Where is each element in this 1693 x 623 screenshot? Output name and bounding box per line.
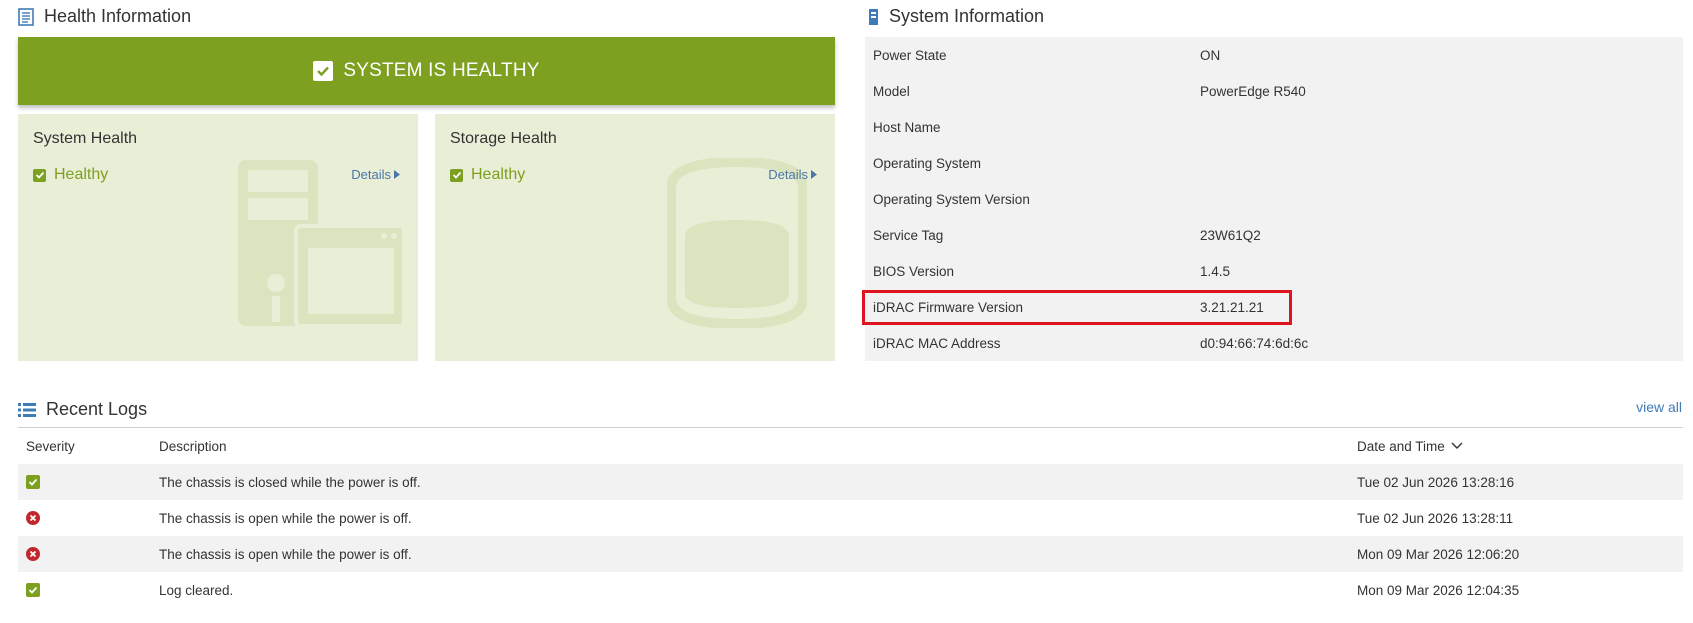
- sysinfo-value: PowerEdge R540: [1200, 83, 1306, 99]
- ok-check-icon: [26, 583, 40, 597]
- chevron-down-icon: [1451, 442, 1463, 449]
- table-row: The chassis is open while the power is o…: [18, 536, 1683, 572]
- table-row: The chassis is closed while the power is…: [18, 464, 1683, 500]
- view-all-link[interactable]: view all: [1636, 399, 1682, 415]
- description-cell: The chassis is open while the power is o…: [159, 510, 412, 526]
- system-health-status-label: Healthy: [54, 166, 109, 183]
- sysinfo-row-idrac-mac: iDRAC MAC Address d0:94:66:74:6d:6c: [865, 325, 1683, 361]
- system-health-details-link[interactable]: Details: [351, 167, 400, 182]
- server-tower-icon: [869, 8, 878, 25]
- storage-health-status-label: Healthy: [471, 166, 526, 183]
- datetime-cell: Mon 09 Mar 2026 12:06:20: [1357, 546, 1520, 562]
- description-cell: The chassis is open while the power is o…: [159, 546, 412, 562]
- health-information-header: Health Information: [18, 6, 191, 27]
- system-health-status: Healthy: [33, 166, 108, 184]
- datetime-column-header[interactable]: Date and Time: [1357, 439, 1463, 454]
- sysinfo-row-bios-version: BIOS Version 1.4.5: [865, 253, 1683, 289]
- sysinfo-key: Host Name: [873, 119, 941, 135]
- list-icon: [18, 402, 36, 417]
- system-health-card: System Health Healthy Details: [18, 114, 418, 361]
- description-cell: The chassis is closed while the power is…: [159, 474, 421, 490]
- datetime-header-label: Date and Time: [1357, 438, 1445, 454]
- details-label: Details: [768, 167, 808, 182]
- sysinfo-row-os-version: Operating System Version: [865, 181, 1683, 217]
- severity-cell: [26, 475, 40, 489]
- severity-column-header: Severity: [26, 438, 75, 454]
- sysinfo-row-service-tag: Service Tag 23W61Q2: [865, 217, 1683, 253]
- storage-health-status: Healthy: [450, 166, 525, 184]
- critical-x-icon: [26, 511, 40, 525]
- storage-health-card: Storage Health Healthy Details: [435, 114, 835, 361]
- system-health-title: System Health: [33, 130, 138, 147]
- description-cell: Log cleared.: [159, 582, 234, 598]
- sysinfo-value: d0:94:66:74:6d:6c: [1200, 335, 1309, 351]
- details-label: Details: [351, 167, 391, 182]
- sysinfo-row-host-name: Host Name: [865, 109, 1683, 145]
- sysinfo-row-operating-system: Operating System: [865, 145, 1683, 181]
- caret-right-icon: [394, 170, 400, 179]
- document-list-icon: [18, 7, 34, 26]
- table-header-row: Severity Description Date and Time: [18, 428, 1683, 464]
- sysinfo-key: iDRAC MAC Address: [873, 335, 1001, 351]
- health-information-title: Health Information: [44, 6, 192, 26]
- system-information-header: System Information: [868, 6, 1044, 27]
- critical-x-icon: [26, 547, 40, 561]
- sysinfo-value: 1.4.5: [1200, 263, 1231, 279]
- severity-cell: [26, 511, 40, 525]
- ok-check-icon: [26, 475, 40, 489]
- system-information-title: System Information: [889, 6, 1045, 26]
- sysinfo-row-power-state: Power State ON: [865, 37, 1683, 73]
- checkbox-checked-icon: [313, 61, 334, 81]
- sysinfo-key: Operating System Version: [873, 191, 1030, 207]
- healthy-check-icon: [33, 168, 46, 182]
- storage-health-details-link[interactable]: Details: [768, 167, 817, 182]
- sysinfo-key: Power State: [873, 47, 947, 63]
- table-row: Log cleared. Mon 09 Mar 2026 12:04:35: [18, 572, 1683, 608]
- firmware-version-highlight: [862, 290, 1292, 325]
- storage-health-title: Storage Health: [450, 130, 557, 147]
- sysinfo-key: Service Tag: [873, 227, 944, 243]
- recent-logs-table: Severity Description Date and Time The c…: [18, 428, 1683, 608]
- datetime-cell: Tue 02 Jun 2026 13:28:16: [1357, 474, 1515, 490]
- description-column-header: Description: [159, 438, 227, 454]
- sysinfo-key: BIOS Version: [873, 263, 955, 279]
- sysinfo-value: ON: [1200, 47, 1221, 63]
- sysinfo-row-model: Model PowerEdge R540: [865, 73, 1683, 109]
- datetime-cell: Mon 09 Mar 2026 12:04:35: [1357, 582, 1520, 598]
- database-icon: [667, 158, 807, 328]
- sysinfo-key: Model: [873, 83, 910, 99]
- datetime-cell: Tue 02 Jun 2026 13:28:11: [1357, 510, 1514, 526]
- healthy-check-icon: [450, 168, 463, 182]
- banner-text: SYSTEM IS HEALTHY: [343, 60, 540, 81]
- severity-cell: [26, 547, 40, 561]
- sysinfo-key: Operating System: [873, 155, 982, 171]
- severity-cell: [26, 583, 40, 597]
- system-healthy-banner: SYSTEM IS HEALTHY: [18, 37, 835, 105]
- recent-logs-header: Recent Logs: [18, 399, 147, 420]
- sysinfo-value: 23W61Q2: [1200, 227, 1261, 243]
- recent-logs-title: Recent Logs: [46, 399, 148, 419]
- table-row: The chassis is open while the power is o…: [18, 500, 1683, 536]
- server-monitor-icon: [238, 160, 406, 328]
- caret-right-icon: [811, 170, 817, 179]
